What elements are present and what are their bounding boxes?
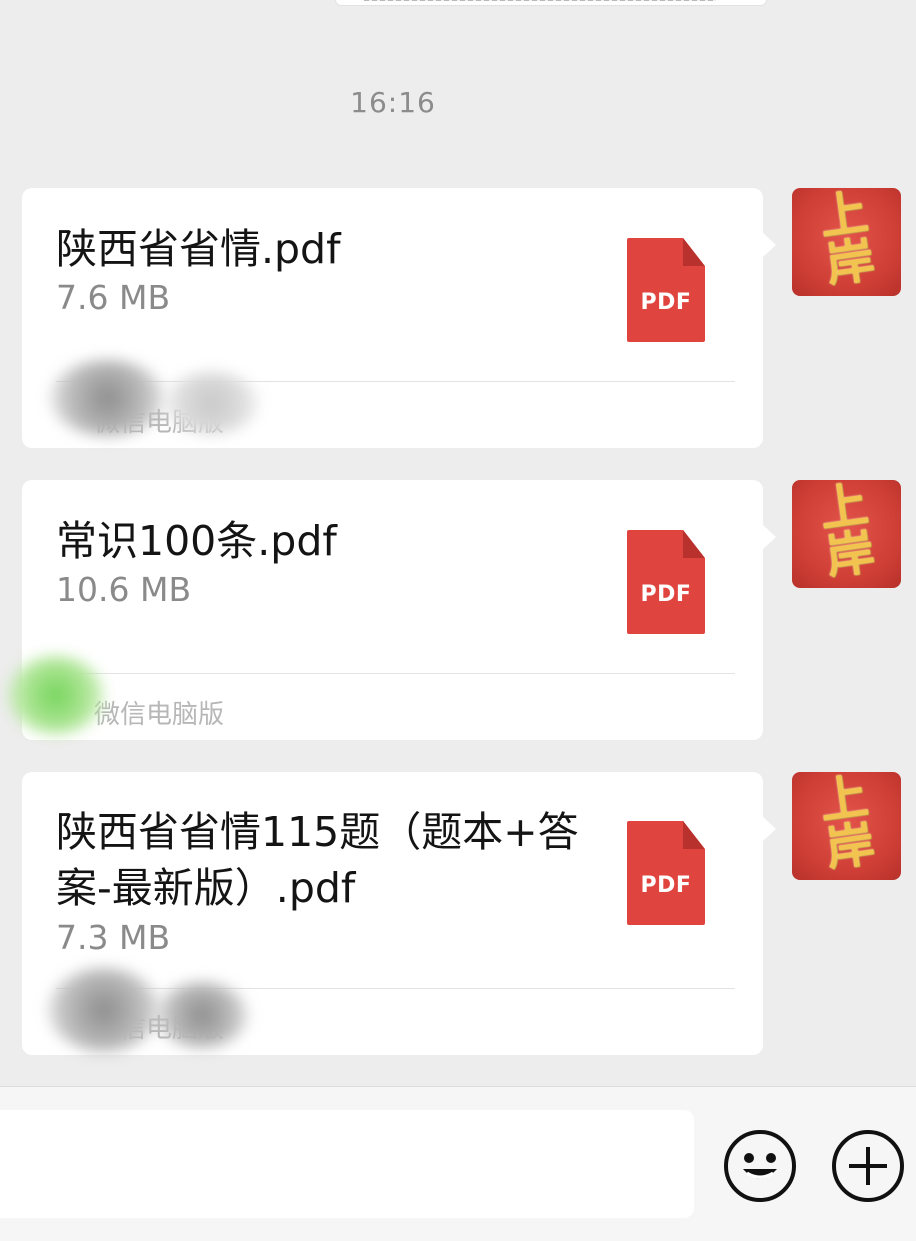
pdf-icon-label: PDF xyxy=(640,290,692,315)
more-options-button[interactable] xyxy=(831,1129,905,1203)
pdf-fold-corner xyxy=(683,238,705,266)
emoji-button[interactable] xyxy=(723,1129,797,1203)
redaction-scribble xyxy=(164,372,259,434)
avatar-logo-text: 上岸 xyxy=(815,772,879,878)
plus-circle-icon xyxy=(832,1130,904,1202)
file-name: 陕西省省情115题（题本+答案-最新版）.pdf xyxy=(56,808,579,912)
sender-avatar[interactable]: 上岸 xyxy=(792,772,901,880)
bubble-divider xyxy=(56,673,735,674)
pdf-icon-label: PDF xyxy=(640,582,692,607)
file-message-bubble[interactable]: 陕西省省情.pdf 7.6 MB PDF 微信电脑版 xyxy=(22,188,776,448)
redaction-scribble xyxy=(156,982,248,1048)
file-message-row: 陕西省省情.pdf 7.6 MB PDF 微信电脑版 上岸 xyxy=(0,188,916,448)
redaction-scribble xyxy=(50,360,165,436)
message-input[interactable] xyxy=(0,1110,694,1218)
pdf-fold-corner xyxy=(683,530,705,558)
pdf-file-icon: PDF xyxy=(627,821,705,925)
pdf-icon-label: PDF xyxy=(640,873,692,898)
file-size: 7.6 MB xyxy=(56,278,171,317)
avatar-logo-text: 上岸 xyxy=(815,188,879,294)
file-message-row: 常识100条.pdf 10.6 MB PDF 微信电脑版 上岸 xyxy=(0,480,916,740)
pdf-fold-corner xyxy=(683,821,705,849)
file-source-label: 微信电脑版 xyxy=(94,700,225,730)
file-name: 常识100条.pdf xyxy=(56,517,337,565)
redaction-scribble xyxy=(48,968,160,1052)
file-name: 陕西省省情.pdf xyxy=(56,225,341,273)
file-message-bubble[interactable]: 常识100条.pdf 10.6 MB PDF 微信电脑版 xyxy=(8,480,776,740)
smile-face-icon xyxy=(724,1130,796,1202)
sender-avatar[interactable]: 上岸 xyxy=(792,480,901,588)
redaction-scribble xyxy=(8,656,104,734)
bubble-divider xyxy=(56,988,735,989)
previous-message-edge xyxy=(335,0,767,6)
file-message-bubble[interactable]: 陕西省省情115题（题本+答案-最新版）.pdf 7.3 MB PDF 微信电脑… xyxy=(22,772,776,1055)
chat-input-bar xyxy=(0,1086,916,1241)
file-size: 7.3 MB xyxy=(56,918,171,957)
avatar-logo-text: 上岸 xyxy=(815,480,879,586)
file-size: 10.6 MB xyxy=(56,570,192,609)
pdf-file-icon: PDF xyxy=(627,530,705,634)
file-message-row: 陕西省省情115题（题本+答案-最新版）.pdf 7.3 MB PDF 微信电脑… xyxy=(0,772,916,1055)
sender-avatar[interactable]: 上岸 xyxy=(792,188,901,296)
message-timestamp: 16:16 xyxy=(350,86,436,119)
pdf-file-icon: PDF xyxy=(627,238,705,342)
